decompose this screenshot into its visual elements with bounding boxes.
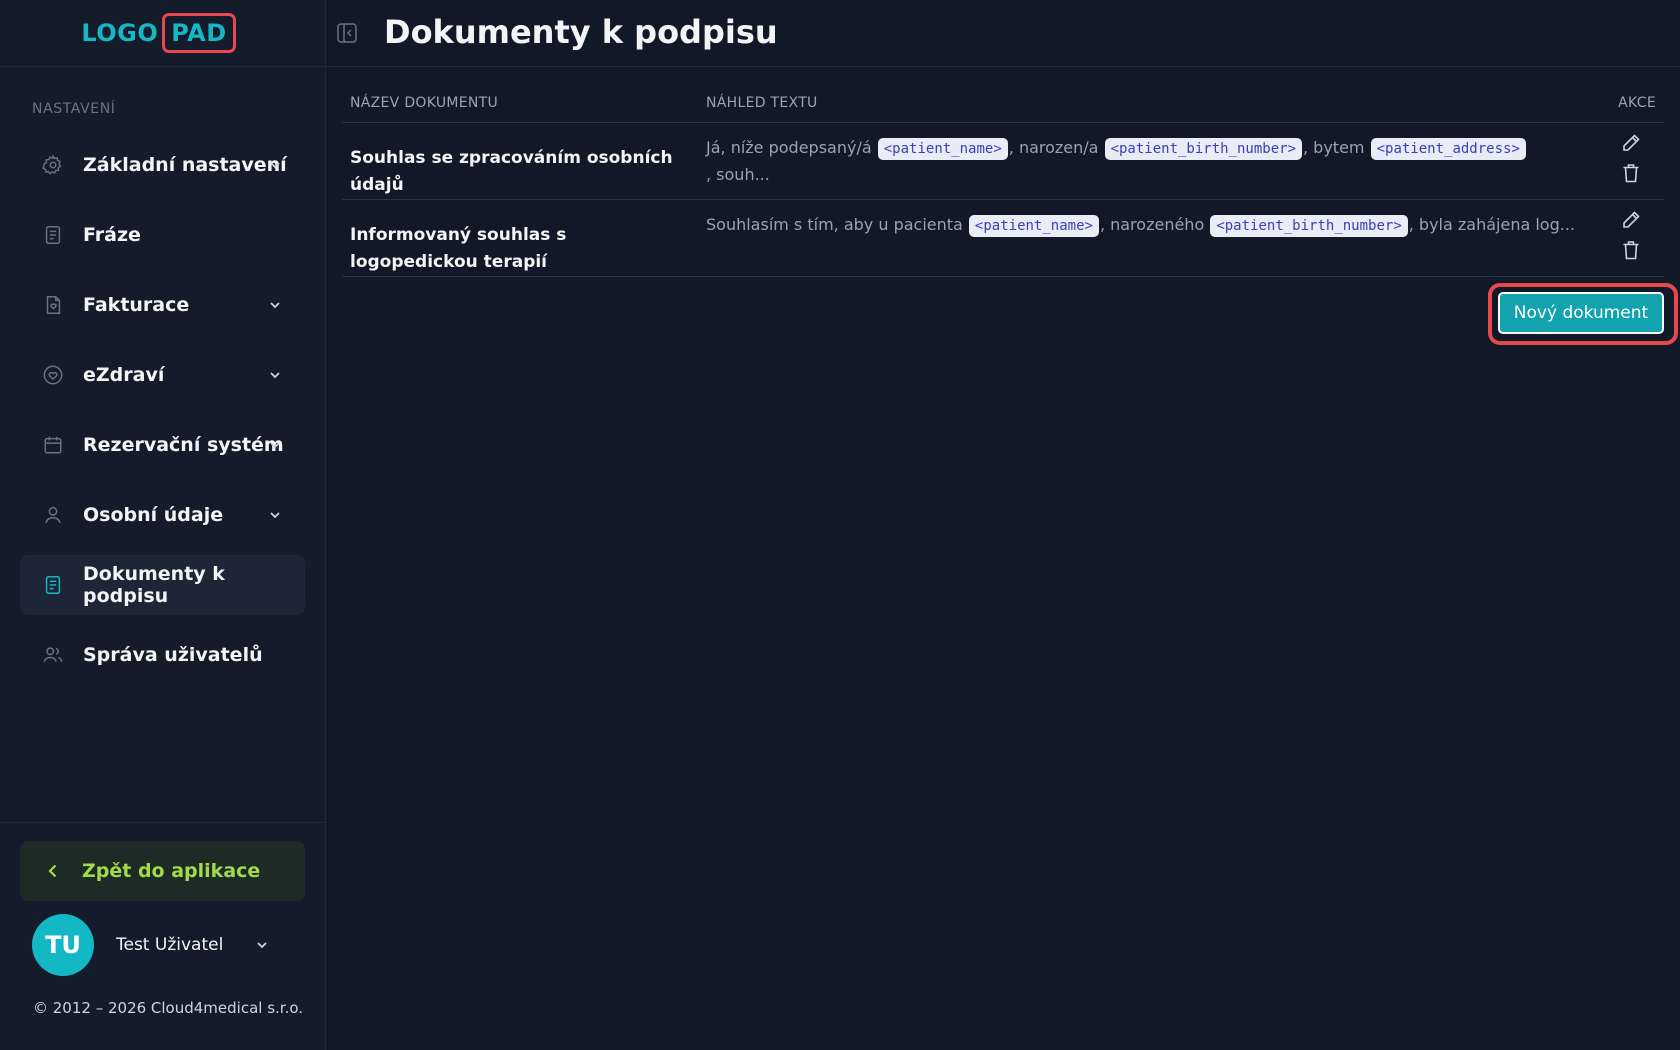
- preview-text: , souh...: [706, 165, 770, 184]
- table-row: Souhlas se zpracováním osobních údajů Já…: [342, 123, 1664, 200]
- chevron-down-icon: [270, 442, 280, 449]
- sidebar-item-ezdravi[interactable]: eZdraví: [20, 345, 305, 405]
- trash-icon[interactable]: [1620, 239, 1642, 261]
- user-icon: [42, 504, 64, 526]
- gear-icon: [42, 154, 64, 176]
- sidebar-item-personal-data[interactable]: Osobní údaje: [20, 485, 305, 545]
- calendar-icon: [42, 434, 64, 456]
- chevron-left-icon: [44, 862, 62, 880]
- back-to-app-button[interactable]: Zpět do aplikace: [20, 841, 305, 901]
- table-header: NÁZEV DOKUMENTU NÁHLED TEXTU AKCE: [342, 85, 1664, 123]
- sidebar-footer: Zpět do aplikace TU Test Uživatel © 2012…: [0, 822, 326, 1017]
- document-name: Informovaný souhlas s logopedickou terap…: [350, 225, 567, 272]
- preview-text: , bytem: [1303, 138, 1370, 157]
- sidebar-item-label: Fráze: [83, 224, 141, 246]
- logo[interactable]: LOGO PAD: [81, 13, 236, 53]
- documents-table: NÁZEV DOKUMENTU NÁHLED TEXTU AKCE Souhla…: [342, 85, 1664, 277]
- sidebar-item-phrases[interactable]: Fráze: [20, 205, 305, 265]
- sidebar-item-label: Rezervační systém: [83, 434, 284, 456]
- sidebar-item-label: Fakturace: [83, 294, 190, 316]
- sidebar-collapse-icon[interactable]: [336, 22, 358, 44]
- edit-icon[interactable]: [1620, 209, 1642, 231]
- document-preview: Souhlasím s tím, aby u pacienta <patient…: [706, 211, 1598, 238]
- sidebar-item-label: Osobní údaje: [83, 504, 224, 526]
- user-menu[interactable]: TU Test Uživatel: [32, 913, 292, 977]
- heart-icon: [42, 364, 64, 386]
- column-header-actions: AKCE: [1618, 95, 1656, 111]
- sidebar-item-label: Dokumenty k podpisu: [83, 563, 225, 607]
- sidebar-item-invoicing[interactable]: Fakturace: [20, 275, 305, 335]
- back-to-app-label: Zpět do aplikace: [82, 860, 261, 882]
- invoice-icon: [42, 294, 64, 316]
- column-header-name: NÁZEV DOKUMENTU: [350, 95, 499, 111]
- document-preview: Já, níže podepsaný/á <patient_name>, nar…: [706, 134, 1598, 188]
- preview-text: , narozen/a: [1008, 138, 1104, 157]
- document-icon: [42, 224, 64, 246]
- sidebar-item-reservation-system[interactable]: Rezervační systém: [20, 415, 305, 475]
- placeholder-tag: <patient_address>: [1370, 138, 1526, 160]
- preview-text: Souhlasím s tím, aby u pacienta: [706, 215, 968, 234]
- preview-text: , narozeného: [1099, 215, 1210, 234]
- sidebar-item-label: eZdraví: [83, 364, 165, 386]
- document-name: Souhlas se zpracováním osobních údajů: [350, 148, 673, 195]
- sidebar-item-basic-settings[interactable]: Základní nastavení: [20, 135, 305, 195]
- placeholder-tag: <patient_birth_number>: [1104, 138, 1302, 160]
- sidebar-section-label: NASTAVENÍ: [32, 101, 116, 117]
- chevron-down-icon: [270, 162, 280, 169]
- chevron-down-icon: [257, 942, 267, 949]
- preview-text: , byla zahájena log...: [1408, 215, 1575, 234]
- column-header-preview: NÁHLED TEXTU: [706, 95, 818, 111]
- edit-icon[interactable]: [1620, 132, 1642, 154]
- user-name: Test Uživatel: [116, 935, 224, 955]
- sidebar-nav: Základní nastavení Fráze Fakturace eZdra…: [20, 135, 305, 695]
- copyright-text: © 2012 – 2026 Cloud4medical s.r.o.: [33, 999, 304, 1017]
- chevron-down-icon: [270, 302, 280, 309]
- placeholder-tag: <patient_birth_number>: [1210, 215, 1408, 237]
- logo-area: LOGO PAD: [0, 0, 325, 67]
- users-icon: [42, 644, 64, 666]
- avatar: TU: [32, 914, 94, 976]
- new-document-button[interactable]: Nový dokument: [1498, 292, 1664, 334]
- sidebar-item-label: Základní nastavení: [83, 154, 287, 176]
- trash-icon[interactable]: [1620, 162, 1642, 184]
- document-icon: [42, 574, 64, 596]
- placeholder-tag: <patient_name>: [968, 215, 1099, 237]
- preview-text: Já, níže podepsaný/á: [706, 138, 877, 157]
- sidebar-item-documents-to-sign[interactable]: Dokumenty k podpisu: [20, 555, 305, 615]
- logo-text-part2: PAD: [162, 13, 236, 53]
- page-title: Dokumenty k podpisu: [384, 13, 778, 51]
- placeholder-tag: <patient_name>: [877, 138, 1008, 160]
- sidebar-item-label: Správa uživatelů: [83, 644, 263, 666]
- chevron-down-icon: [270, 372, 280, 379]
- top-bar: Dokumenty k podpisu: [326, 0, 1680, 67]
- table-row: Informovaný souhlas s logopedickou terap…: [342, 200, 1664, 277]
- sidebar: LOGO PAD NASTAVENÍ Základní nastavení Fr…: [0, 0, 326, 1050]
- sidebar-item-user-management[interactable]: Správa uživatelů: [20, 625, 305, 685]
- chevron-down-icon: [270, 512, 280, 519]
- logo-text-part1: LOGO: [81, 19, 159, 47]
